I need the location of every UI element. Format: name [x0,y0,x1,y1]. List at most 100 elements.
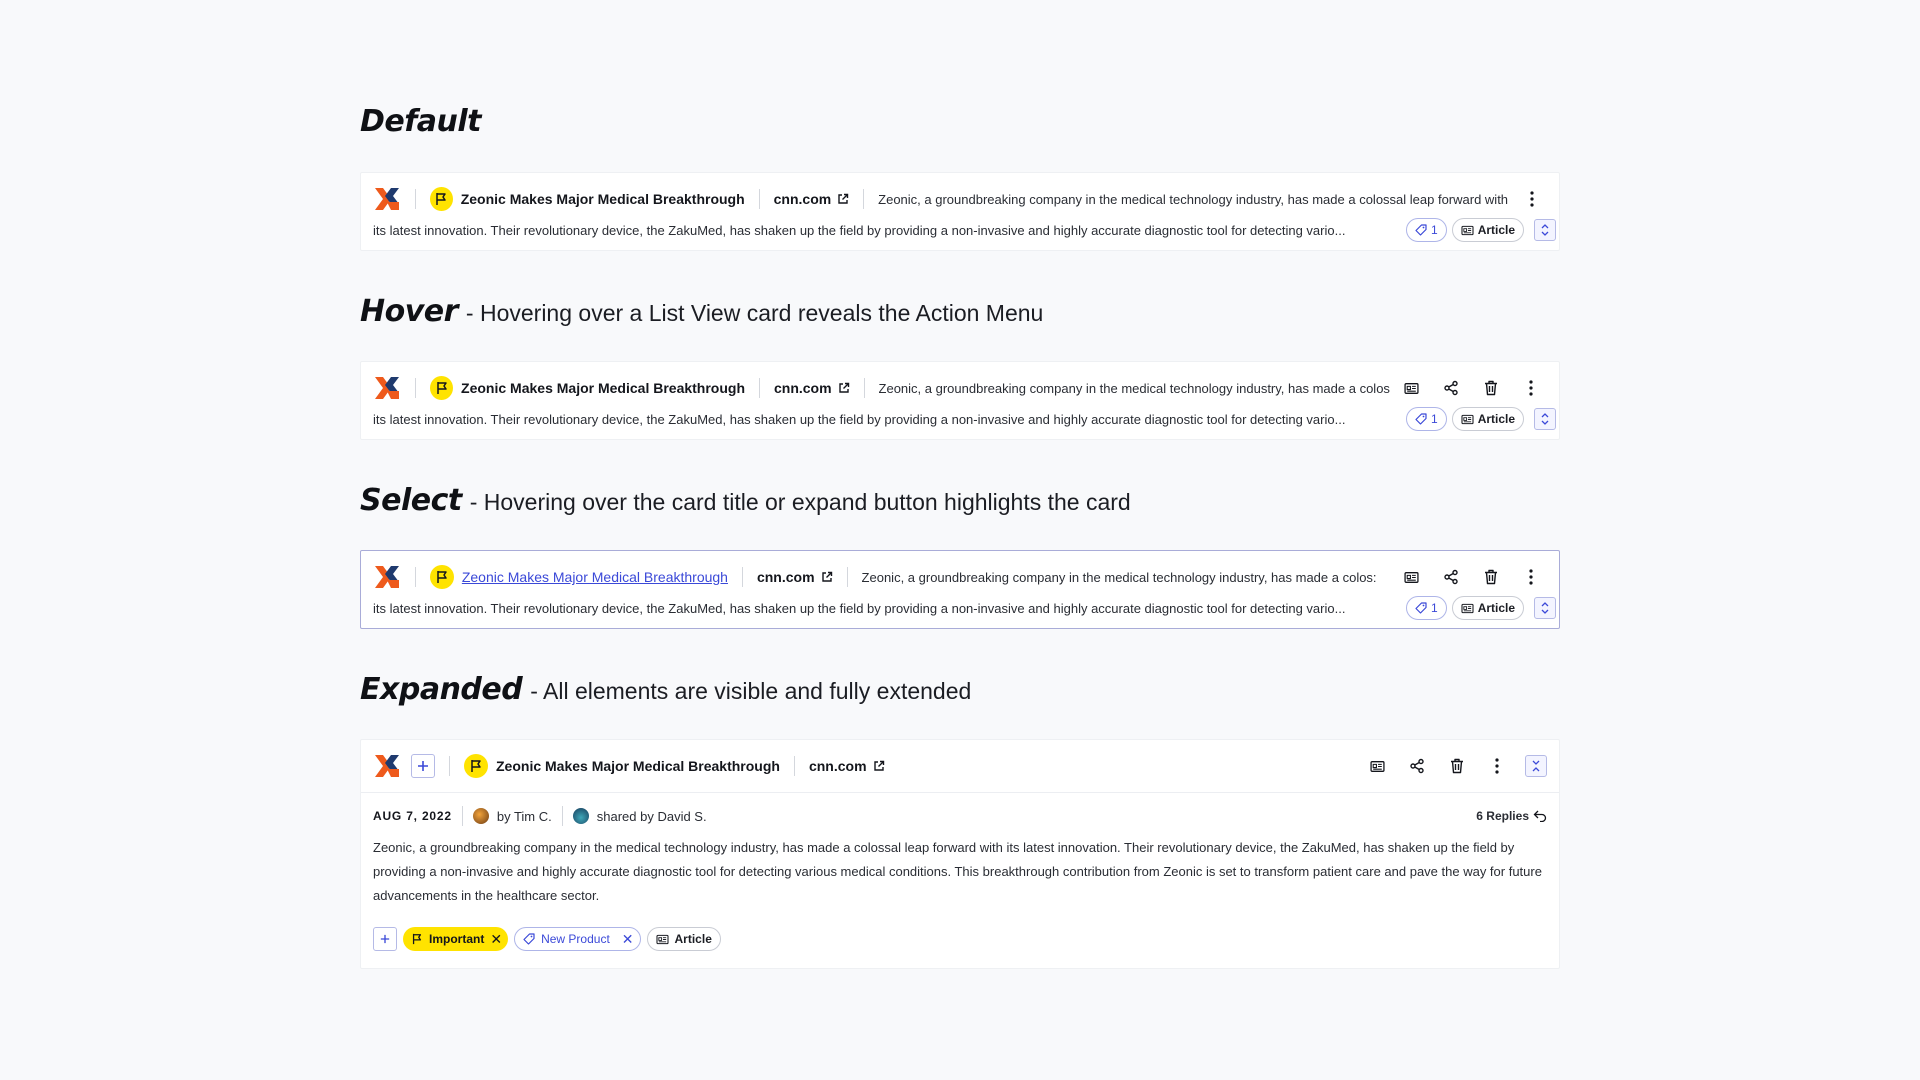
type-label: Article [1477,223,1516,237]
divider [863,378,865,398]
state-title: Hover [360,294,458,329]
author-label[interactable]: by Tim C. [497,809,552,824]
tag-count: 1 [1431,412,1438,426]
shared-by-label[interactable]: shared by David S. [597,809,707,824]
author-avatar [472,808,489,824]
divider [415,378,416,398]
state-title: Select [360,483,462,518]
state-description: - Hovering over the card title or expand… [469,489,1131,515]
add-tag-button[interactable] [373,927,397,951]
flag-icon[interactable] [429,187,453,211]
card-meta: AUG 7, 2022 by Tim C. shared by David S.… [373,802,1547,830]
plus-icon [417,760,429,772]
trash-icon [1484,569,1498,585]
source-link[interactable]: cnn.com [774,380,850,396]
type-pill[interactable]: Article [1451,596,1525,620]
list-card-default[interactable]: Zeonic Makes Major Medical Breakthrough … [360,172,1560,251]
article-icon [1461,414,1474,425]
tag-count-pill[interactable]: 1 [1406,218,1447,242]
card-title-link[interactable]: Zeonic Makes Major Medical Breakthrough [462,569,728,585]
more-menu-button[interactable] [1511,373,1551,403]
card-title[interactable]: Zeonic Makes Major Medical Breakthrough [461,191,745,207]
share-icon [1443,569,1459,585]
article-view-button[interactable] [1391,373,1431,403]
share-icon [1443,380,1459,396]
publish-date: AUG 7, 2022 [373,809,452,823]
flag-icon[interactable] [464,754,488,778]
source-label: cnn.com [773,380,832,396]
state-description: - Hovering over a List View card reveals… [465,300,1044,326]
header-divider [361,792,1559,793]
tag-label: Article [674,932,712,946]
expand-icon [1540,223,1550,237]
more-menu-button[interactable] [1477,751,1517,781]
article-icon [1404,382,1419,395]
expand-icon [1540,601,1550,615]
action-menu [1357,751,1547,781]
delete-button[interactable] [1471,373,1511,403]
divider [449,756,450,776]
tag-new-product[interactable]: New Product ✕ [514,927,641,951]
card-body: Zeonic, a groundbreaking company in the … [373,840,1542,903]
expand-button[interactable] [1534,219,1557,241]
type-pill[interactable]: Article [1451,218,1525,242]
source-link[interactable]: cnn.com [809,758,885,774]
list-card-selected[interactable]: Zeonic Makes Major Medical Breakthrough … [360,550,1560,629]
add-button[interactable] [411,754,435,778]
divider [561,806,563,826]
tag-label: Important [429,932,485,946]
expand-icon [1540,412,1550,426]
card-title[interactable]: Zeonic Makes Major Medical Breakthrough [496,758,780,774]
divider [863,189,865,209]
tag-article[interactable]: Article [646,927,721,951]
share-button[interactable] [1431,562,1471,592]
collapse-button[interactable] [1525,755,1547,777]
section-heading: Expanded - All elements are visible and … [360,672,1560,712]
flag-icon[interactable] [430,565,454,589]
replies-link[interactable]: 6 Replies [1476,809,1547,823]
delete-button[interactable] [1437,751,1477,781]
collapse-icon [1531,759,1541,773]
more-menu-button[interactable] [1513,184,1551,214]
source-link[interactable]: cnn.com [757,569,833,585]
divider [759,378,760,398]
card-snippet-line2: its latest innovation. Their revolutiona… [373,411,1346,427]
card-snippet: Zeonic, a groundbreaking company in the … [878,191,1509,207]
card-snippet: Zeonic, a groundbreaking company in the … [861,569,1377,585]
expand-button[interactable] [1534,597,1557,619]
delete-button[interactable] [1471,562,1511,592]
external-link-icon [837,193,849,205]
divider [415,189,416,209]
external-link-icon [821,571,833,583]
share-button[interactable] [1431,373,1471,403]
divider [741,567,743,587]
share-button[interactable] [1397,751,1437,781]
article-view-button[interactable] [1357,751,1397,781]
source-link[interactable]: cnn.com [774,191,850,207]
tag-icon [523,933,535,945]
list-card-hover[interactable]: Zeonic Makes Major Medical Breakthrough … [360,361,1560,440]
article-view-button[interactable] [1391,562,1431,592]
close-icon[interactable]: ✕ [622,931,634,948]
more-menu-button[interactable] [1511,562,1551,592]
expanded-card: Zeonic Makes Major Medical Breakthrough … [360,739,1560,969]
divider [461,806,463,826]
divider [793,756,795,776]
flag-icon[interactable] [429,376,454,400]
expand-button[interactable] [1534,408,1557,430]
tag-count-pill[interactable]: 1 [1406,407,1447,431]
logo-icon [373,374,401,402]
sharer-avatar [572,808,589,824]
logo-icon [373,752,401,780]
external-link-icon [838,382,850,394]
type-label: Article [1477,601,1516,615]
external-link-icon [873,760,885,772]
section-expanded: Expanded - All elements are visible and … [360,672,1560,969]
card-title[interactable]: Zeonic Makes Major Medical Breakthrough [461,380,745,396]
state-title: Default [360,104,482,139]
type-pill[interactable]: Article [1451,407,1525,431]
tag-important[interactable]: Important ✕ [403,927,509,951]
close-icon[interactable]: ✕ [490,931,502,948]
tag-count-pill[interactable]: 1 [1406,596,1447,620]
more-vertical-icon [1495,758,1499,774]
